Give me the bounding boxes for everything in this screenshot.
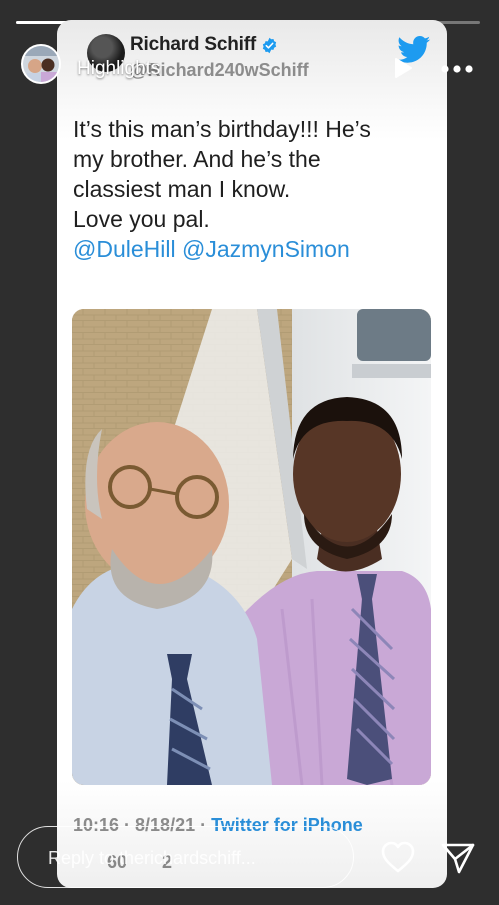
tweet-text-line: my brother. And he’s the <box>73 146 321 172</box>
tweet-text-line: It’s this man’s birthday!!! He’s <box>73 116 371 142</box>
verified-badge-icon <box>262 37 277 53</box>
tweet-photo <box>72 309 431 785</box>
tweet-body: It’s this man’s birthday!!! He’s my brot… <box>73 114 443 264</box>
play-icon[interactable] <box>392 57 414 79</box>
story-avatar-image <box>23 46 59 82</box>
reply-input[interactable]: Reply to therichardschiff... <box>17 826 354 888</box>
tweet-card: Richard Schiff @Richard240wSchiff It’s t… <box>57 20 447 888</box>
tweet-author-row: Richard Schiff <box>130 34 278 56</box>
tweet-display-name: Richard Schiff <box>130 34 256 55</box>
story-title[interactable]: Highlights <box>77 58 160 80</box>
tweet-text-line: Love you pal. <box>73 206 210 232</box>
send-icon[interactable] <box>440 840 476 876</box>
story-avatar[interactable] <box>21 44 61 84</box>
reply-placeholder: Reply to therichardschiff... <box>48 848 256 868</box>
tweet-photo-image <box>72 309 431 785</box>
heart-icon[interactable] <box>380 840 416 874</box>
tweet-text-line: classiest man I know. <box>73 176 291 202</box>
tweet-mentions[interactable]: @DuleHill @JazmynSimon <box>73 234 443 264</box>
more-horizontal-icon[interactable] <box>440 64 474 74</box>
